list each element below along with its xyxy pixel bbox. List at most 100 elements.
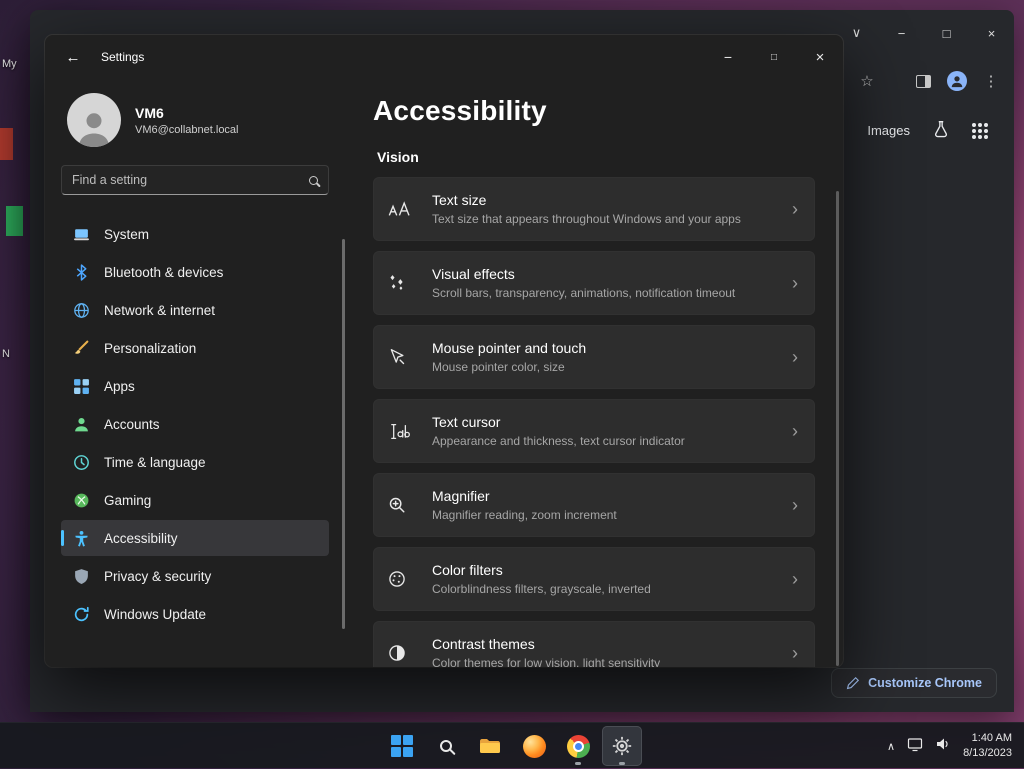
browser-menu-icon[interactable]: ⋮ [980,70,1002,92]
settings-card-visual-effects[interactable]: Visual effects Scroll bars, transparency… [373,251,815,315]
settings-app-button[interactable] [602,726,642,766]
back-button[interactable]: ← [53,41,93,73]
clock-time: 1:40 AM [971,731,1012,744]
card-title: Visual effects [432,266,515,282]
sidebar-item-system[interactable]: System [61,216,329,252]
firefox-button[interactable] [514,726,554,766]
shield-icon [73,568,90,585]
card-title: Text cursor [432,414,501,430]
search-input[interactable] [72,173,309,187]
sidebar-item-time-language[interactable]: Time & language [61,444,329,480]
chevron-right-icon: › [792,198,798,219]
card-title: Magnifier [432,488,490,504]
clock-icon [73,454,90,471]
bluetooth-icon [73,263,90,281]
sidebar-item-label: Time & language [104,454,206,470]
settings-card-mouse-pointer-touch[interactable]: Mouse pointer and touch Mouse pointer co… [373,325,815,389]
page-title: Accessibility [373,95,547,126]
images-link[interactable]: Images [867,123,910,138]
display-tray-icon[interactable] [907,736,923,757]
start-button[interactable] [382,726,422,766]
chevron-up-icon[interactable]: ∧ [887,740,895,753]
profile-avatar-icon[interactable] [946,70,968,92]
content-scrollbar[interactable] [836,191,839,666]
search-icon [440,740,452,752]
xbox-icon [73,492,90,509]
side-panel-icon[interactable] [912,70,934,92]
maximize-button[interactable]: □ [751,35,797,79]
user-account-card[interactable]: VM6 VM6@collabnet.local [61,85,329,165]
selection-indicator [61,530,64,546]
settings-content: Accessibility Vision Text size Text size… [345,79,843,667]
chevron-right-icon: › [792,346,798,367]
person-icon [73,416,90,433]
gear-icon [612,736,632,756]
section-heading: Vision [377,149,419,165]
magnifier-icon [388,496,432,514]
chevron-right-icon: › [792,420,798,441]
sidebar-item-label: Network & internet [104,302,216,318]
desktop-icon-label: N [2,348,10,360]
settings-card-contrast-themes[interactable]: Contrast themes Color themes for low vis… [373,621,815,667]
chevron-right-icon: › [792,494,798,515]
sidebar-item-network-internet[interactable]: Network & internet [61,292,329,328]
chevron-right-icon: › [792,568,798,589]
contrast-icon [388,644,432,662]
sidebar-item-label: Bluetooth & devices [104,264,224,280]
close-button[interactable]: × [797,35,843,79]
sidebar-item-gaming[interactable]: Gaming [61,482,329,518]
volume-icon[interactable] [935,736,951,757]
taskbar: ∧ 1:40 AM 8/13/2023 [0,722,1024,768]
customize-chrome-label: Customize Chrome [868,676,982,690]
bookmark-star-icon[interactable]: ☆ [856,70,878,92]
clock-date: 8/13/2023 [963,747,1012,759]
settings-card-text-cursor[interactable]: Text cursor Appearance and thickness, te… [373,399,815,463]
google-apps-grid-icon[interactable] [972,122,988,139]
sidebar-item-label: Personalization [104,340,197,356]
user-avatar [67,93,121,147]
sidebar-item-accessibility[interactable]: Accessibility [61,520,329,556]
card-subtitle: Text size that appears throughout Window… [432,212,741,226]
chrome-icon [566,734,590,758]
sidebar-item-label: Accessibility [104,530,178,546]
card-title: Color filters [432,562,503,578]
settings-card-text-size[interactable]: Text size Text size that appears through… [373,177,815,241]
sidebar-item-windows-update[interactable]: Windows Update [61,596,329,632]
sidebar-item-personalization[interactable]: Personalization [61,330,329,366]
sidebar-item-bluetooth-devices[interactable]: Bluetooth & devices [61,254,329,290]
card-subtitle: Scroll bars, transparency, animations, n… [432,286,736,300]
paintbrush-icon [73,340,90,357]
windows-logo-icon [391,735,413,757]
chrome-button[interactable] [558,726,598,766]
card-title: Mouse pointer and touch [432,340,587,356]
folder-icon [480,739,500,753]
taskbar-search-button[interactable] [426,726,466,766]
sidebar-item-privacy-security[interactable]: Privacy & security [61,558,329,594]
browser-minimize-button[interactable]: − [879,19,924,47]
browser-close-button[interactable]: × [969,19,1014,47]
accessibility-person-icon [73,530,90,547]
sidebar-item-apps[interactable]: Apps [61,368,329,404]
customize-chrome-button[interactable]: Customize Chrome [831,668,997,698]
labs-beaker-icon[interactable] [932,120,950,141]
desktop-icon-fragment [0,128,13,160]
chevron-right-icon: › [792,272,798,293]
browser-toolbar: ☆ ⋮ [822,68,1002,94]
update-arrows-icon [73,606,90,623]
color-filters-icon [388,570,432,588]
card-title: Contrast themes [432,636,535,652]
file-explorer-button[interactable] [470,726,510,766]
text-size-icon [388,200,432,218]
browser-maximize-button[interactable]: □ [924,19,969,47]
sidebar-item-label: Privacy & security [104,568,212,584]
pencil-icon [846,676,860,690]
minimize-button[interactable]: − [705,35,751,79]
settings-card-color-filters[interactable]: Color filters Colorblindness filters, gr… [373,547,815,611]
settings-search-box[interactable] [61,165,329,195]
taskbar-clock[interactable]: 1:40 AM 8/13/2023 [963,731,1016,762]
sidebar-item-accounts[interactable]: Accounts [61,406,329,442]
sidebar-item-label: Gaming [104,492,152,508]
browser-page-topbar: Images [867,120,988,141]
firefox-icon [522,734,546,758]
settings-card-magnifier[interactable]: Magnifier Magnifier reading, zoom increm… [373,473,815,537]
